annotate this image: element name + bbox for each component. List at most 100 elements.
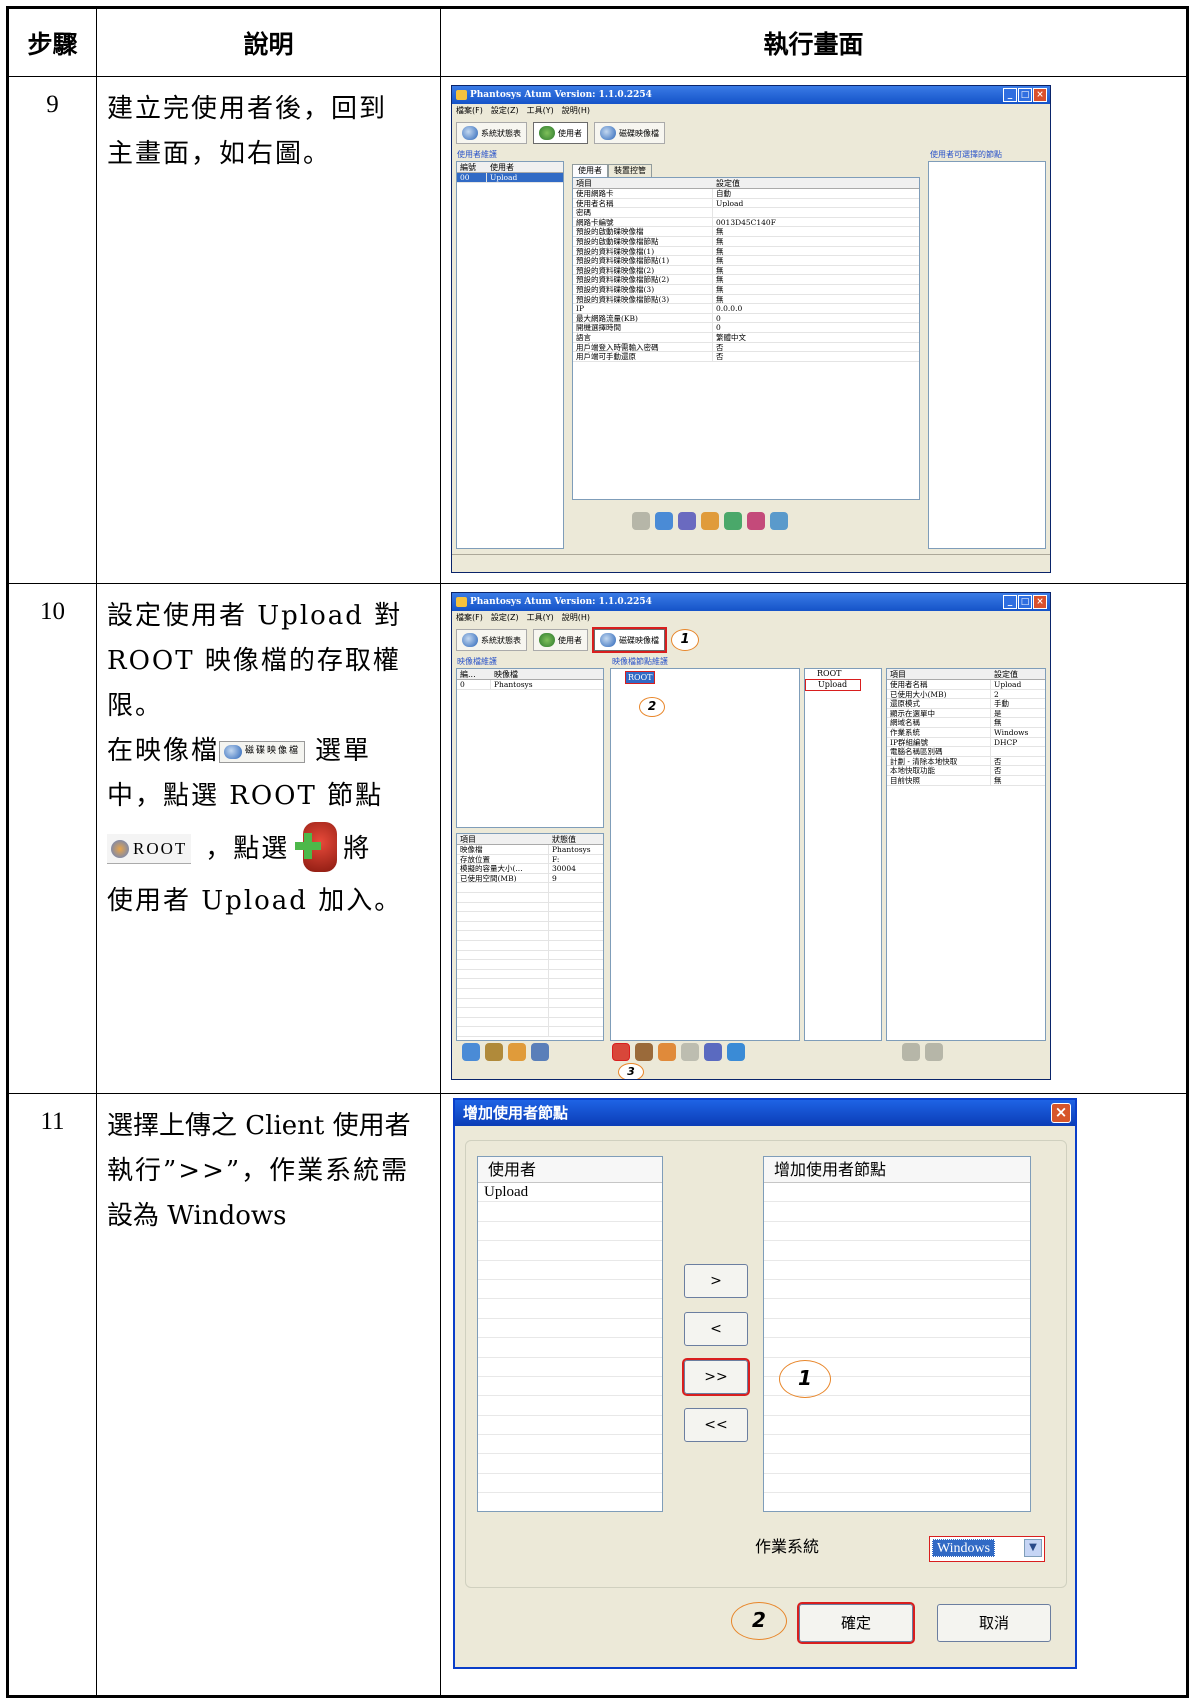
property-row[interactable]: 預設的資料碟映像檔(3) 無 xyxy=(573,284,919,295)
info-row[interactable] xyxy=(457,883,603,893)
property-row[interactable]: 預設的資料碟映像檔節點(1) 無 xyxy=(573,256,919,266)
list-item[interactable] xyxy=(764,1183,1030,1203)
close-icon[interactable]: × xyxy=(1033,595,1047,609)
property-row[interactable]: IP 0.0.0.0 xyxy=(573,304,919,314)
remove-one-button[interactable]: < xyxy=(684,1312,748,1346)
list-item[interactable] xyxy=(764,1474,1030,1494)
info-row[interactable] xyxy=(457,988,603,999)
prop-icon-b[interactable] xyxy=(925,1043,943,1061)
users-button[interactable]: 使用者 xyxy=(533,122,588,144)
user-row[interactable]: 00 Upload xyxy=(457,173,563,183)
info-row[interactable] xyxy=(457,902,603,913)
info-row[interactable] xyxy=(457,950,603,961)
users-button[interactable]: 使用者 xyxy=(533,629,588,651)
list-item[interactable] xyxy=(478,1202,662,1222)
list-item[interactable] xyxy=(478,1280,662,1300)
property-row[interactable]: 作業系統 Windows xyxy=(887,727,1045,738)
property-row[interactable]: 計劃 - 清除本地快取否 xyxy=(887,756,1045,767)
property-row[interactable]: 使用者名稱 Upload xyxy=(573,198,919,209)
info-row[interactable]: 已使用空間(MB) 9 xyxy=(457,873,603,884)
copy-icon[interactable] xyxy=(632,512,650,530)
node-refresh-icon[interactable] xyxy=(704,1043,722,1061)
property-row[interactable]: 用戶端可手動還原否 xyxy=(573,352,919,362)
edit-node-icon[interactable] xyxy=(658,1043,676,1061)
property-row[interactable]: 顯示在選單中是 xyxy=(887,708,1045,719)
system-status-button[interactable]: 系統狀態表 xyxy=(456,122,527,144)
remove-all-button[interactable]: << xyxy=(684,1408,748,1442)
tree-item-selected[interactable]: Upload xyxy=(805,679,861,691)
add-user-icon[interactable] xyxy=(655,512,673,530)
menu-settings[interactable]: 設定(Z) xyxy=(491,104,519,118)
prop-icon-a[interactable] xyxy=(902,1043,920,1061)
property-row[interactable]: 開機選擇時間 0 xyxy=(573,323,919,333)
info-row[interactable] xyxy=(457,998,603,1009)
image-row[interactable]: 0 Phantosys xyxy=(457,680,603,690)
minimize-icon[interactable]: _ xyxy=(1003,88,1017,102)
list-item[interactable] xyxy=(478,1416,662,1436)
minimize-icon[interactable]: _ xyxy=(1003,595,1017,609)
property-row[interactable]: IP群組編號 DHCP xyxy=(887,737,1045,748)
list-item[interactable] xyxy=(764,1280,1030,1300)
remove-node-icon[interactable] xyxy=(635,1043,653,1061)
list-item[interactable] xyxy=(478,1299,662,1319)
property-row[interactable]: 用戶端登入時需輸入密碼否 xyxy=(573,342,919,353)
property-row[interactable]: 已使用大小(MB) 2 xyxy=(887,689,1045,700)
maximize-icon[interactable]: □ xyxy=(1018,595,1032,609)
list-item[interactable] xyxy=(764,1202,1030,1222)
delete-user-icon[interactable] xyxy=(747,512,765,530)
tree-item[interactable]: ROOT xyxy=(805,669,881,679)
node-clean-icon[interactable] xyxy=(727,1043,745,1061)
property-row[interactable]: 密碼 xyxy=(573,208,919,218)
list-item[interactable] xyxy=(764,1338,1030,1358)
list-item[interactable] xyxy=(478,1241,662,1261)
os-select[interactable]: Windows ▼ xyxy=(929,1536,1045,1562)
property-row[interactable]: 本地快取功能否 xyxy=(887,766,1045,776)
property-row[interactable]: 還原模式 手動 xyxy=(887,699,1045,709)
add-one-button[interactable]: > xyxy=(684,1264,748,1298)
property-row[interactable]: 使用者名稱 Upload xyxy=(887,680,1045,690)
tab-device-control[interactable]: 裝置控管 xyxy=(608,164,652,177)
delete-image-icon[interactable] xyxy=(485,1043,503,1061)
refresh-icon[interactable] xyxy=(724,512,742,530)
menu-tools[interactable]: 工具(Y) xyxy=(527,104,554,118)
list-item[interactable] xyxy=(764,1416,1030,1436)
chevron-down-icon[interactable]: ▼ xyxy=(1024,1539,1042,1557)
settings-icon[interactable] xyxy=(770,512,788,530)
node-copy-icon[interactable] xyxy=(681,1043,699,1061)
property-row[interactable]: 預設的啟動碟映像檔節點無 xyxy=(573,236,919,247)
info-row[interactable] xyxy=(457,931,603,941)
list-item[interactable] xyxy=(478,1454,662,1474)
ok-button[interactable]: 確定 xyxy=(797,1602,915,1644)
info-row[interactable]: 模擬的容量大小(... 30004 xyxy=(457,864,603,874)
refresh-image-icon[interactable] xyxy=(531,1043,549,1061)
list-item[interactable] xyxy=(764,1222,1030,1242)
add-user-node-icon[interactable] xyxy=(612,1043,630,1061)
info-row[interactable] xyxy=(457,921,603,932)
import-icon[interactable] xyxy=(701,512,719,530)
property-row[interactable]: 使用網路卡 自動 xyxy=(573,189,919,199)
edit-user-icon[interactable] xyxy=(678,512,696,530)
list-item[interactable]: Upload xyxy=(478,1183,662,1203)
list-item[interactable] xyxy=(764,1454,1030,1474)
add-all-button[interactable]: >> xyxy=(682,1358,750,1396)
info-row[interactable]: 映像檔 Phantosys xyxy=(457,845,603,855)
info-row[interactable] xyxy=(457,969,603,980)
list-item[interactable] xyxy=(764,1241,1030,1261)
list-item[interactable] xyxy=(478,1396,662,1416)
info-row[interactable] xyxy=(457,979,603,989)
menu-tools[interactable]: 工具(Y) xyxy=(527,611,554,625)
list-item[interactable] xyxy=(764,1435,1030,1455)
property-row[interactable]: 語言 繁體中文 xyxy=(573,332,919,343)
info-row[interactable] xyxy=(457,960,603,970)
disk-image-button[interactable]: 磁碟映像檔 xyxy=(592,627,667,653)
list-item[interactable] xyxy=(478,1319,662,1339)
info-row[interactable] xyxy=(457,940,603,951)
property-row[interactable]: 電腦名稱區別碼 xyxy=(887,747,1045,757)
menu-settings[interactable]: 設定(Z) xyxy=(491,611,519,625)
property-row[interactable]: 預設的資料碟映像檔節點(2) 無 xyxy=(573,275,919,285)
list-item[interactable] xyxy=(478,1358,662,1377)
disk-image-button[interactable]: 磁碟映像檔 xyxy=(594,122,665,144)
list-item[interactable] xyxy=(478,1222,662,1242)
list-item[interactable] xyxy=(478,1474,662,1494)
add-image-icon[interactable] xyxy=(462,1043,480,1061)
